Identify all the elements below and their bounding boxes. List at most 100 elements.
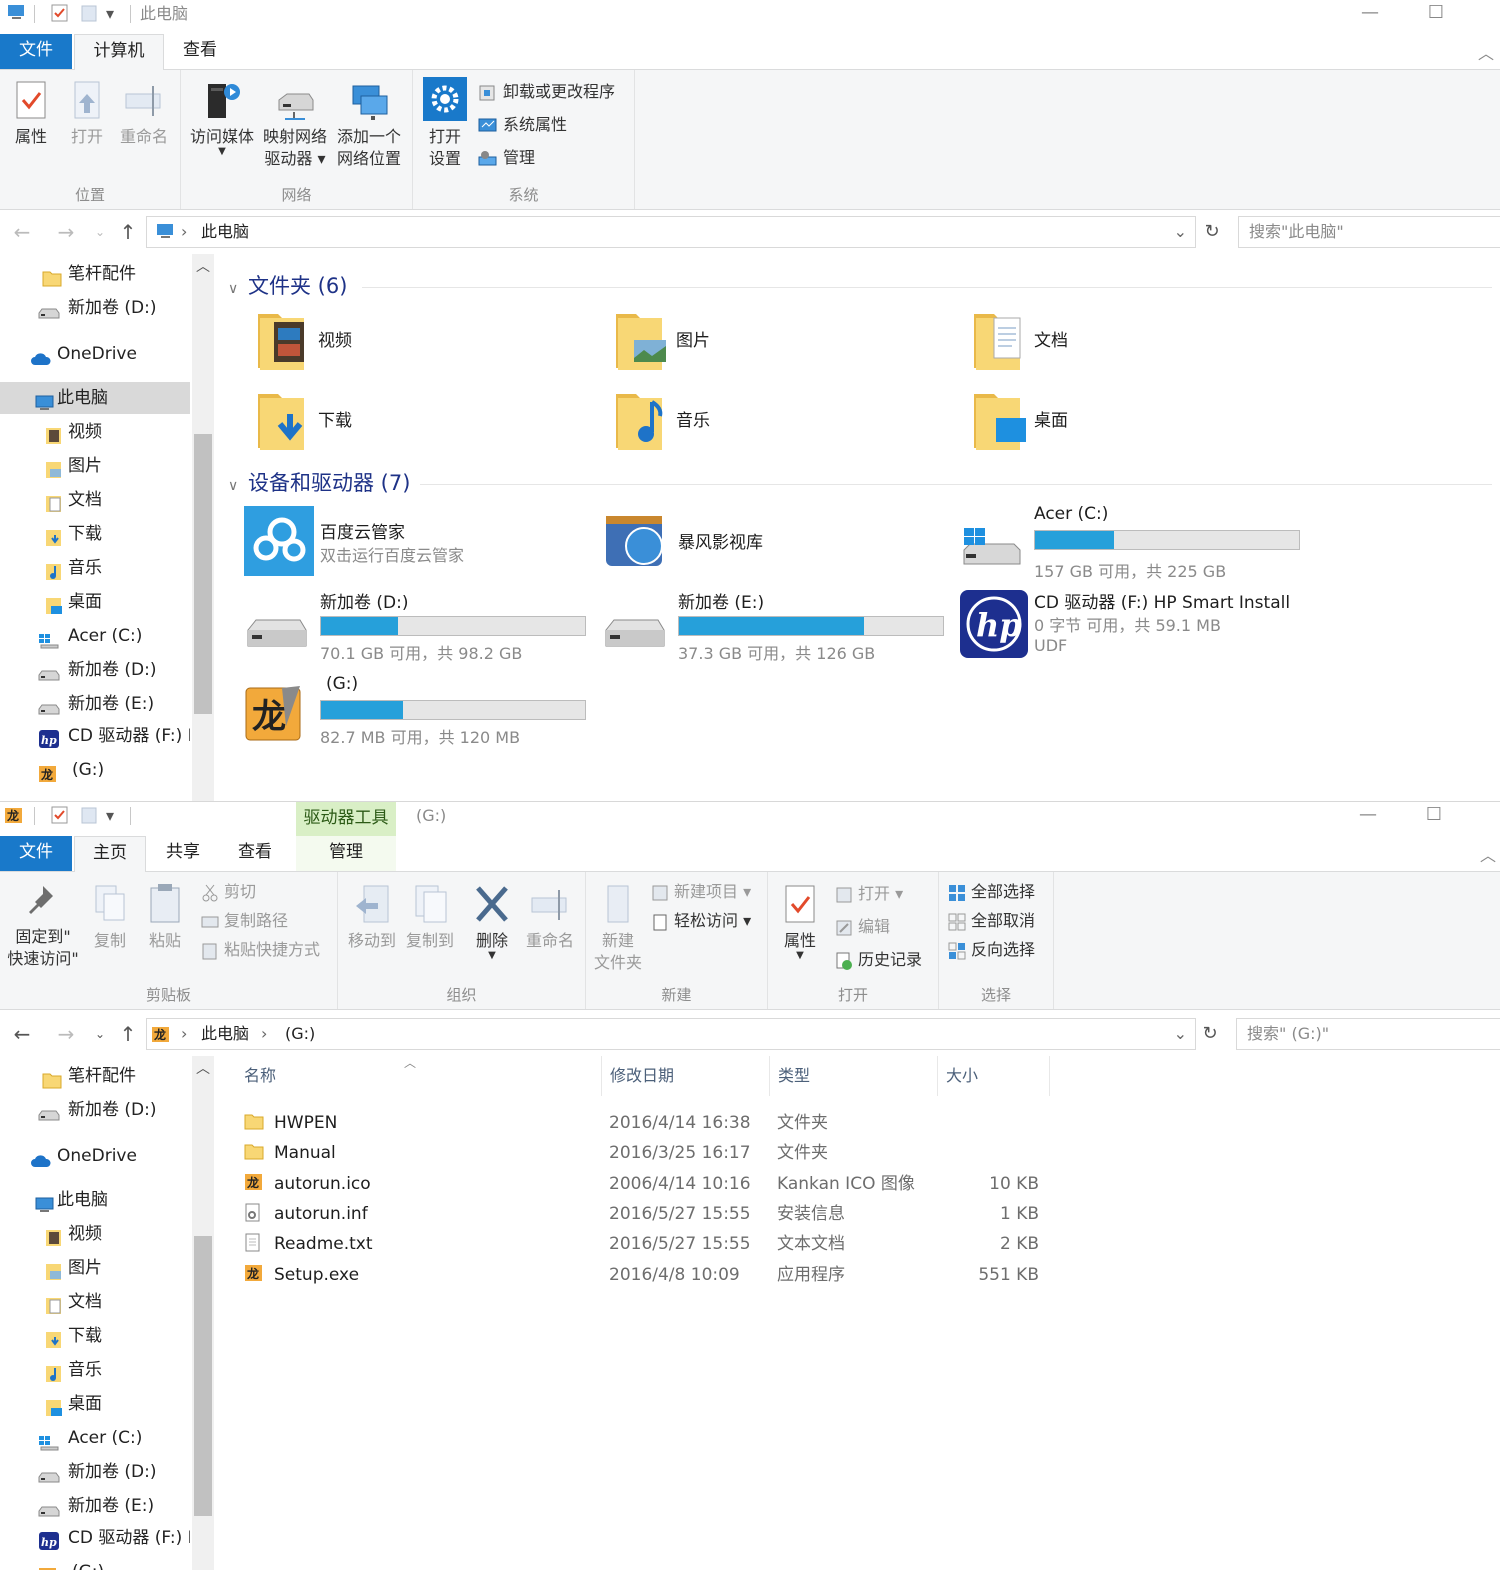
minimize-button[interactable]: — <box>1338 802 1398 830</box>
nav-scrollbar[interactable]: ︿ <box>192 1056 214 1570</box>
copy-path-button[interactable]: 复制路径 <box>200 907 288 935</box>
select-all-button[interactable]: 全部选择 <box>947 878 1035 906</box>
sidebar-item[interactable]: 新加卷 (D:) <box>0 1094 190 1126</box>
customize-qat-icon[interactable]: ▾ <box>106 805 114 827</box>
address-bar[interactable]: 龙 › 此电脑 › (G:) ⌄ <box>146 1018 1196 1050</box>
invert-selection-button[interactable]: 反向选择 <box>947 936 1035 964</box>
sidebar-item[interactable]: 文档 <box>0 484 190 516</box>
easy-access-button[interactable]: 轻松访问 ▾ <box>650 907 751 935</box>
drive-f[interactable]: hp CD 驱动器 (F:) HP Smart Install 0 字节 可用，… <box>960 588 1380 668</box>
breadcrumb-this-pc[interactable]: 此电脑 <box>201 222 249 242</box>
sidebar-item[interactable]: 桌面 <box>0 586 190 618</box>
paste-shortcut-button[interactable]: 粘贴快捷方式 <box>200 936 320 964</box>
customize-qat-icon[interactable]: ▾ <box>106 3 114 25</box>
map-network-drive-button[interactable]: 映射网络 驱动器 ▾ <box>259 78 331 170</box>
new-folder-icon[interactable] <box>80 805 98 827</box>
rename-button[interactable]: 重命名 <box>520 882 580 952</box>
recent-locations-button[interactable]: ⌄ <box>88 1022 112 1046</box>
drive-c[interactable]: Acer (C:) 157 GB 可用，共 225 GB <box>960 504 1320 584</box>
edit-button[interactable]: 编辑 <box>834 913 890 941</box>
sidebar-item[interactable]: Acer (C:) <box>0 1422 190 1454</box>
address-dropdown-icon[interactable]: ⌄ <box>1174 222 1187 242</box>
folder-item[interactable]: 音乐 <box>612 384 912 456</box>
tab-file[interactable]: 文件 <box>0 836 72 871</box>
up-button[interactable]: ↑ <box>116 1022 140 1046</box>
access-media-button[interactable]: 访问媒体 ▼ <box>187 78 257 157</box>
breadcrumb-separator-icon[interactable]: › <box>181 222 187 242</box>
column-name[interactable]: 名称 <box>236 1056 602 1096</box>
properties-button[interactable]: 属性 <box>6 78 56 148</box>
sidebar-item[interactable]: 笔杆配件 <box>0 258 190 290</box>
tab-share[interactable]: 共享 <box>150 836 216 871</box>
open-button[interactable]: 打开 <box>62 78 112 148</box>
maximize-button[interactable]: ☐ <box>1404 802 1464 830</box>
forward-button[interactable]: → <box>54 1022 78 1046</box>
refresh-button[interactable]: ↻ <box>1198 1022 1222 1046</box>
sidebar-item[interactable]: 图片 <box>0 1252 190 1284</box>
sidebar-item[interactable]: 笔杆配件 <box>0 1060 190 1092</box>
file-row[interactable]: autorun.inf 2016/5/27 15:55 安装信息 1 KB <box>234 1199 1054 1229</box>
device-baofeng-library[interactable]: 暴风影视库 <box>602 504 942 584</box>
sidebar-item[interactable]: hp CD 驱动器 (F:) H <box>0 720 190 752</box>
tab-home[interactable]: 主页 <box>74 836 146 872</box>
nav-scrollbar[interactable]: ︿ <box>192 254 214 801</box>
new-item-button[interactable]: 新建项目 ▾ <box>650 878 751 906</box>
sidebar-item[interactable]: 下载 <box>0 1320 190 1352</box>
copy-to-button[interactable]: 复制到 <box>400 882 460 952</box>
scroll-thumb[interactable] <box>194 1236 212 1516</box>
forward-button[interactable]: → <box>54 220 78 244</box>
sidebar-item[interactable]: 龙 (G:) <box>0 754 190 786</box>
breadcrumb-separator-icon[interactable]: › <box>261 1024 267 1044</box>
add-network-location-button[interactable]: 添加一个 网络位置 <box>333 78 405 170</box>
sidebar-item[interactable]: 下载 <box>0 518 190 550</box>
tab-file[interactable]: 文件 <box>0 34 72 69</box>
sidebar-item[interactable]: 音乐 <box>0 1354 190 1386</box>
open-settings-button[interactable]: 打开 设置 <box>419 76 471 170</box>
column-type[interactable]: 类型 <box>770 1056 938 1096</box>
drive-d[interactable]: 新加卷 (D:) 70.1 GB 可用，共 98.2 GB <box>244 588 604 668</box>
drive-g[interactable]: 龙 (G:) 82.7 MB 可用，共 120 MB <box>244 672 604 752</box>
tab-view[interactable]: 查看 <box>168 34 232 69</box>
column-date-modified[interactable]: 修改日期 <box>602 1056 770 1096</box>
folders-group-header[interactable]: ∨ 文件夹 (6) <box>228 270 347 300</box>
file-row[interactable]: HWPEN 2016/4/14 16:38 文件夹 <box>234 1108 1054 1138</box>
file-row[interactable]: 龙 Setup.exe 2016/4/8 10:09 应用程序 551 KB <box>234 1260 1054 1290</box>
new-folder-icon[interactable] <box>80 3 98 25</box>
sidebar-item[interactable]: Acer (C:) <box>0 620 190 652</box>
sidebar-item[interactable]: 音乐 <box>0 552 190 584</box>
sidebar-item[interactable]: 新加卷 (E:) <box>0 688 190 720</box>
refresh-button[interactable]: ↻ <box>1200 220 1224 244</box>
breadcrumb-drive-g[interactable]: (G:) <box>285 1024 315 1044</box>
folder-item[interactable]: 桌面 <box>970 384 1270 456</box>
sidebar-item[interactable]: 文档 <box>0 1286 190 1318</box>
open-button[interactable]: 打开 ▾ <box>834 880 903 908</box>
rename-button[interactable]: 重命名 <box>114 78 174 148</box>
address-bar[interactable]: › 此电脑 ⌄ <box>146 216 1196 248</box>
sidebar-item[interactable]: hp CD 驱动器 (F:) H <box>0 1522 190 1554</box>
sidebar-item[interactable]: OneDrive <box>0 1140 190 1172</box>
history-button[interactable]: 历史记录 <box>834 946 922 974</box>
system-properties-button[interactable]: 系统属性 <box>477 111 567 139</box>
scroll-up-icon[interactable]: ︿ <box>196 256 210 276</box>
breadcrumb-separator-icon[interactable]: › <box>181 1024 187 1044</box>
sidebar-item[interactable]: 此电脑 <box>0 382 190 414</box>
drive-e[interactable]: 新加卷 (E:) 37.3 GB 可用，共 126 GB <box>602 588 962 668</box>
sidebar-item[interactable]: 新加卷 (E:) <box>0 1490 190 1522</box>
sidebar-item[interactable]: OneDrive <box>0 338 190 370</box>
tab-view[interactable]: 查看 <box>222 836 288 871</box>
maximize-button[interactable]: ☐ <box>1406 0 1466 28</box>
up-button[interactable]: ↑ <box>116 220 140 244</box>
collapse-ribbon-icon[interactable]: ︿ <box>1480 842 1496 866</box>
tab-manage[interactable]: 管理 <box>296 836 396 871</box>
sidebar-item[interactable]: 龙 (G:) <box>0 1556 190 1570</box>
sidebar-item[interactable]: 桌面 <box>0 1388 190 1420</box>
back-button[interactable]: ← <box>10 1022 34 1046</box>
folder-item[interactable]: 文档 <box>970 304 1270 376</box>
device-baidu-cloud[interactable]: 百度云管家 双击运行百度云管家 <box>244 504 584 584</box>
copy-button[interactable]: 复制 <box>86 882 134 952</box>
scroll-thumb[interactable] <box>194 434 212 714</box>
recent-locations-button[interactable]: ⌄ <box>88 220 112 244</box>
uninstall-programs-button[interactable]: 卸载或更改程序 <box>477 78 615 106</box>
file-row[interactable]: 龙 autorun.ico 2006/4/14 10:16 Kankan ICO 图像… <box>234 1169 1054 1199</box>
properties-button[interactable]: 属性 ▼ <box>774 882 826 961</box>
